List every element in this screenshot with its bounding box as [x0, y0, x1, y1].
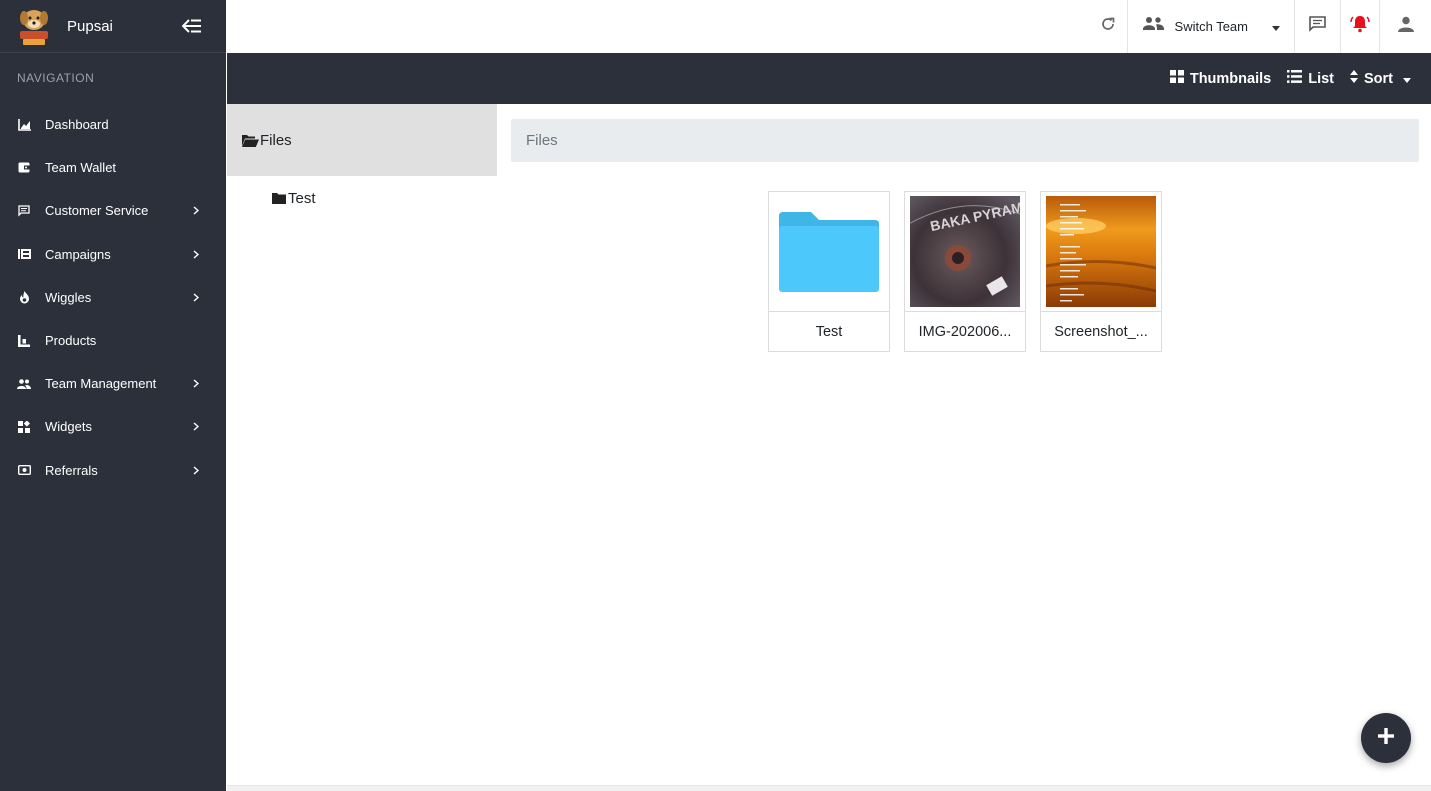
sidebar-item-wiggles[interactable]: Wiggles	[0, 276, 226, 319]
file-name: Test	[815, 323, 843, 340]
sidebar-item-dashboard[interactable]: Dashboard	[0, 103, 226, 146]
folder-icon	[779, 211, 879, 292]
campaign-icon	[17, 247, 31, 261]
footer-divider	[227, 785, 1431, 791]
chevron-right-icon	[191, 379, 201, 389]
sort-label: Sort	[1364, 70, 1393, 87]
tree-item-label: Files	[260, 131, 292, 149]
list-icon	[1287, 70, 1303, 87]
sidebar: Pupsai NAVIGATION Dashboard Team Wallet …	[0, 0, 226, 791]
brand-name: Pupsai	[67, 17, 113, 35]
breadcrumb-item[interactable]: Files	[526, 132, 558, 149]
list-view-button[interactable]: List	[1287, 70, 1334, 87]
sidebar-item-team-wallet[interactable]: Team Wallet	[0, 146, 226, 189]
refresh-button[interactable]	[1089, 0, 1127, 53]
caret-down-icon	[1403, 71, 1411, 87]
referral-icon	[17, 463, 31, 477]
folder-tree: Files Test	[227, 104, 497, 786]
plus-icon	[1378, 727, 1394, 749]
add-button[interactable]	[1361, 713, 1411, 763]
thumbnails-label: Thumbnails	[1189, 70, 1272, 87]
photo-thumbnail: BAKA PYRAMI	[905, 192, 1025, 312]
product-icon	[17, 334, 31, 348]
switch-team-dropdown[interactable]: Switch Team	[1126, 0, 1294, 53]
bell-icon	[1350, 15, 1370, 38]
team-icon	[1142, 16, 1165, 37]
list-label: List	[1308, 70, 1334, 87]
sidebar-item-label: Products	[45, 333, 97, 349]
sidebar-item-label: Customer Service	[45, 203, 149, 219]
chevron-right-icon	[191, 465, 201, 475]
sidebar-item-label: Team Wallet	[45, 160, 117, 176]
file-name: IMG-202006...	[918, 323, 1012, 340]
sidebar-item-label: Wiggles	[45, 289, 92, 305]
folder-thumbnail	[769, 192, 889, 312]
refresh-icon	[1100, 16, 1116, 37]
file-card-screenshot[interactable]: Screenshot_...	[1040, 191, 1162, 352]
chevron-right-icon	[191, 292, 201, 302]
sidebar-item-campaigns[interactable]: Campaigns	[0, 233, 226, 276]
message-icon	[1309, 16, 1326, 37]
sidebar-item-label: Referrals	[45, 462, 98, 478]
folder-open-icon	[242, 134, 259, 147]
chevron-right-icon	[191, 422, 201, 432]
user-menu-button[interactable]	[1379, 0, 1431, 53]
tree-item-test[interactable]: Test	[227, 176, 497, 220]
dog-logo-icon[interactable]	[17, 6, 51, 46]
notifications-button[interactable]	[1340, 0, 1379, 53]
sidebar-item-customer-service[interactable]: Customer Service	[0, 189, 226, 232]
people-icon	[17, 377, 31, 391]
caret-down-icon	[1272, 19, 1280, 34]
folder-icon	[272, 192, 286, 204]
sort-icon	[1350, 70, 1358, 87]
widgets-icon	[17, 420, 31, 434]
tree-item-files[interactable]: Files	[227, 104, 497, 176]
tree-item-label: Test	[288, 189, 316, 207]
chevron-right-icon	[191, 206, 201, 216]
file-card-image[interactable]: BAKA PYRAMI IMG-202006...	[904, 191, 1026, 352]
screenshot-thumbnail	[1041, 192, 1161, 312]
file-view-toolbar: Thumbnails List Sort	[227, 53, 1431, 104]
chart-area-icon	[17, 118, 31, 132]
breadcrumb: Files	[511, 119, 1419, 162]
nav-heading: NAVIGATION	[17, 71, 95, 85]
sidebar-item-team-management[interactable]: Team Management	[0, 362, 226, 405]
file-name: Screenshot_...	[1054, 323, 1148, 340]
collapse-sidebar-icon[interactable]	[180, 14, 204, 38]
sidebar-item-products[interactable]: Products	[0, 319, 226, 362]
sidebar-item-label: Widgets	[45, 419, 92, 435]
top-header: Switch Team	[226, 0, 1431, 53]
sidebar-item-label: Campaigns	[45, 246, 111, 262]
sidebar-item-widgets[interactable]: Widgets	[0, 405, 226, 448]
wallet-icon	[17, 161, 31, 175]
brand-header: Pupsai	[0, 0, 226, 53]
file-grid: Test BAKA PYRAMI IMG-202006... Screensho…	[768, 191, 1162, 352]
user-icon	[1397, 16, 1414, 37]
sidebar-item-referrals[interactable]: Referrals	[0, 449, 226, 492]
fire-icon	[17, 290, 31, 304]
switch-team-label: Switch Team	[1174, 19, 1248, 34]
thumbnails-view-button[interactable]: Thumbnails	[1169, 70, 1272, 87]
messages-button[interactable]	[1294, 0, 1340, 53]
chevron-right-icon	[191, 249, 201, 259]
sidebar-item-label: Team Management	[45, 376, 157, 392]
file-card-folder-test[interactable]: Test	[768, 191, 890, 352]
sort-dropdown[interactable]: Sort	[1350, 70, 1411, 87]
sidebar-item-label: Dashboard	[45, 117, 109, 133]
chat-icon	[17, 204, 31, 218]
grid-icon	[1169, 70, 1184, 87]
